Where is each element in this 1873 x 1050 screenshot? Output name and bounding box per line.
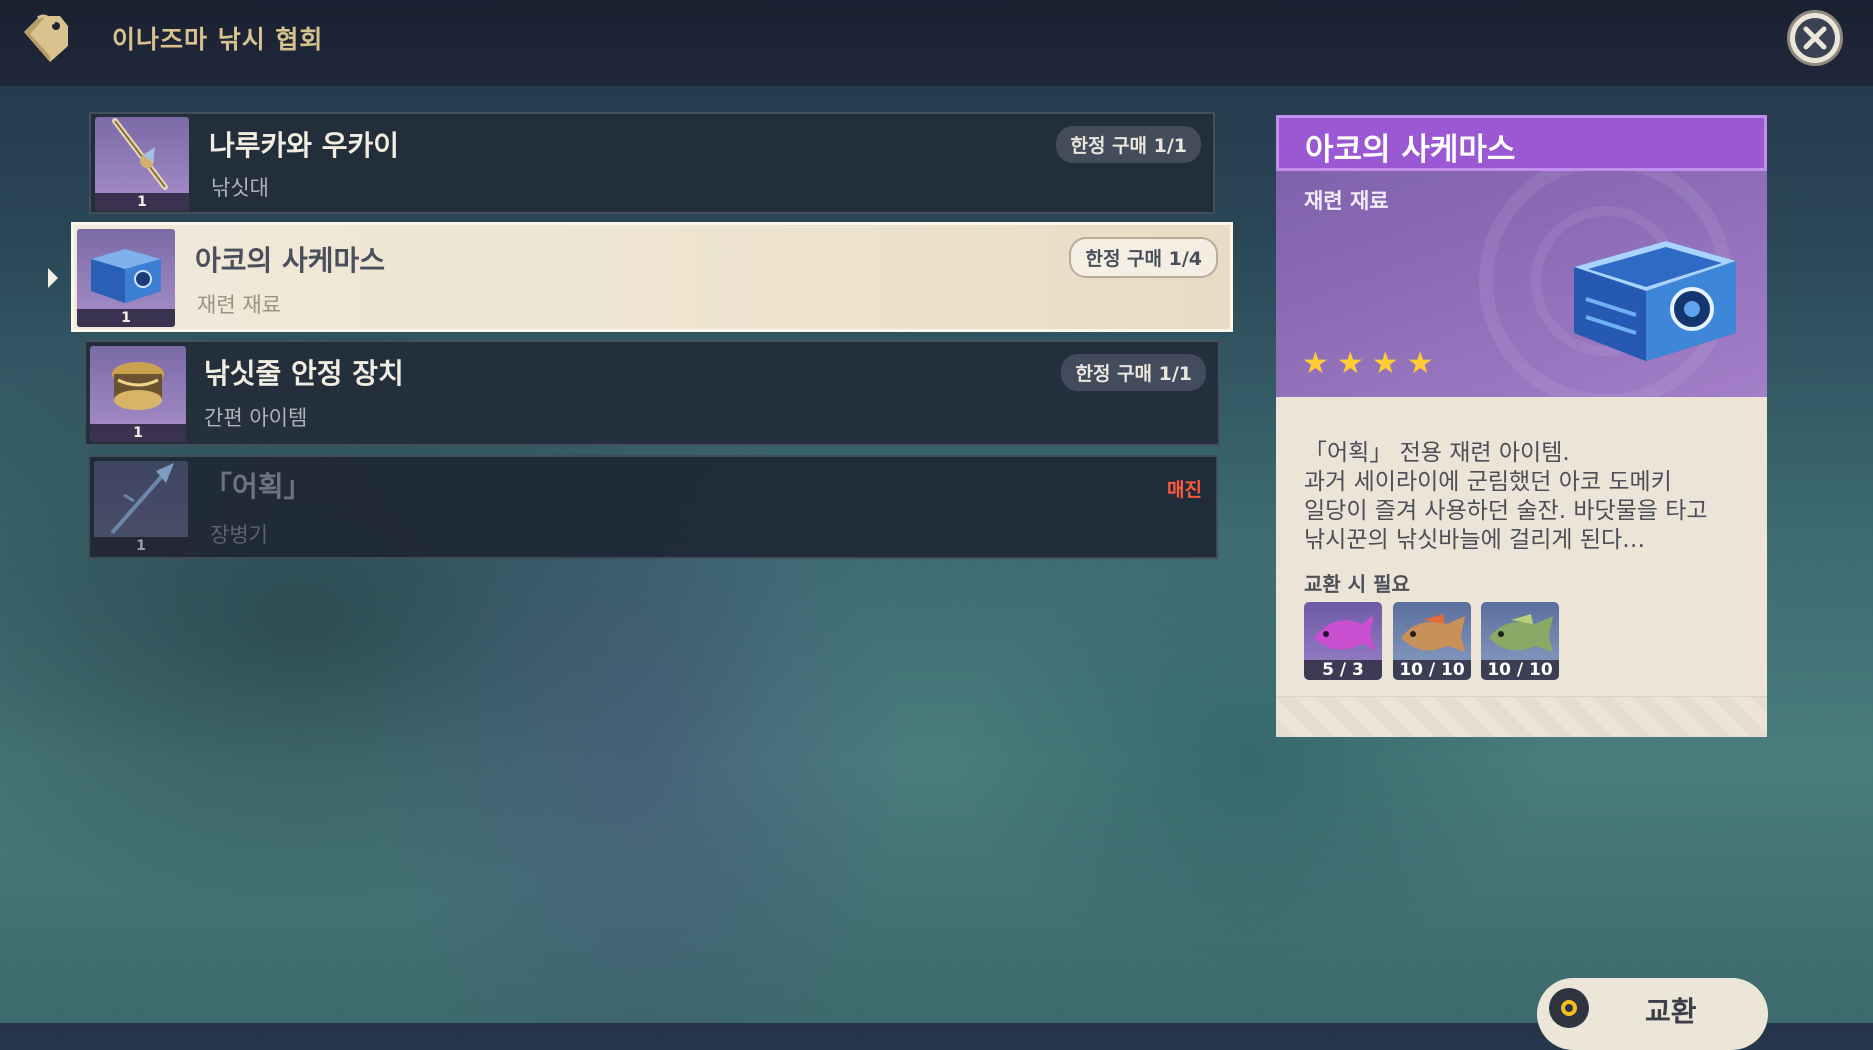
exchange-button[interactable]: 교환: [1537, 978, 1768, 1050]
item-type: 낚싯대: [211, 176, 269, 200]
shop-title: 이나즈마 낚시 협회: [112, 25, 324, 54]
polearm-icon: [110, 463, 174, 535]
selection-arrow-icon: [48, 268, 58, 288]
confirm-circle-icon: [1549, 988, 1589, 1028]
item-detail-panel: 아코의 사케마스 재련 재료 ★ ★ ★ ★ 「어획」 전용 재련 아이템. 과…: [1276, 115, 1767, 737]
item-name: 「어획」: [204, 470, 312, 503]
star-icon: ★: [1336, 346, 1364, 381]
material-slot[interactable]: 10 / 10: [1393, 602, 1471, 680]
description-line: 과거 세이라이에 군림했던 아코 도메키: [1304, 469, 1672, 495]
shop-item-the-catch[interactable]: 1 「어획」 장병기 매진: [88, 455, 1218, 559]
close-button[interactable]: [1787, 10, 1843, 66]
item-type: 재련 재료: [197, 293, 281, 317]
purple-fish-icon: [1314, 614, 1376, 650]
item-type: 간편 아이템: [204, 406, 308, 430]
sold-out-label: 매진: [1167, 479, 1202, 501]
rarity-stars: ★ ★ ★ ★: [1302, 349, 1434, 379]
material-slot[interactable]: 5 / 3: [1304, 602, 1382, 680]
material-slot[interactable]: 10 / 10: [1481, 602, 1559, 680]
shop-tag-icon: [24, 14, 68, 62]
purchase-limit-badge: 한정 구매 1/1: [1061, 354, 1206, 391]
item-thumbnail: 1: [90, 346, 186, 442]
item-quantity: 1: [90, 424, 186, 442]
item-name: 낚싯줄 안정 장치: [204, 357, 404, 390]
sake-box-icon: [91, 249, 161, 303]
line-stabilizer-icon: [112, 362, 164, 410]
purchase-limit-badge: 한정 구매 1/1: [1056, 126, 1201, 163]
sake-box-icon: [1574, 241, 1736, 361]
close-icon: [1795, 18, 1835, 58]
item-type: 장병기: [210, 523, 268, 547]
item-thumbnail: 1: [77, 229, 175, 327]
material-count: 10 / 10: [1481, 660, 1559, 680]
item-quantity: 1: [95, 193, 189, 211]
item-name: 아코의 사케마스: [195, 244, 386, 277]
detail-subtitle: 재련 재료: [1304, 189, 1389, 213]
item-quantity: 1: [77, 309, 175, 327]
shop-item-narukawa-ukai[interactable]: 1 나루카와 우카이 낚싯대 한정 구매 1/1: [89, 112, 1215, 214]
item-quantity: 1: [94, 537, 188, 555]
green-fish-icon: [1489, 614, 1553, 652]
top-bar: 이나즈마 낚시 협회: [0, 0, 1873, 86]
star-icon: ★: [1371, 346, 1399, 381]
item-thumbnail: 1: [94, 461, 188, 555]
item-name: 나루카와 우카이: [209, 129, 400, 162]
brown-fish-icon: [1401, 614, 1465, 652]
detail-description: 「어획」 전용 재련 아이템. 과거 세이라이에 군림했던 아코 도메키 일당이…: [1304, 439, 1744, 555]
star-icon: ★: [1406, 346, 1434, 381]
requirement-label: 교환 시 필요: [1304, 572, 1410, 596]
material-count: 5 / 3: [1304, 660, 1382, 680]
description-line: 일당이 즐겨 사용하던 술잔. 바닷물을 타고: [1304, 498, 1708, 524]
material-count: 10 / 10: [1393, 660, 1471, 680]
detail-header: 아코의 사케마스 재련 재료 ★ ★ ★ ★: [1276, 115, 1767, 397]
shop-item-line-stabilizer[interactable]: 1 낚싯줄 안정 장치 간편 아이템 한정 구매 1/1: [84, 340, 1220, 446]
detail-footer-pattern: [1276, 696, 1767, 737]
description-line: 「어획」 전용 재련 아이템.: [1304, 440, 1570, 466]
star-icon: ★: [1302, 346, 1329, 381]
shop-item-ako-sakemasu[interactable]: 1 아코의 사케마스 재련 재료 한정 구매 1/4: [71, 222, 1233, 332]
item-thumbnail: 1: [95, 117, 189, 211]
fishing-rod-icon: [112, 118, 168, 190]
exchange-label: 교환: [1645, 995, 1697, 1028]
detail-title-bar: 아코의 사케마스: [1276, 115, 1767, 171]
detail-title: 아코의 사케마스: [1305, 132, 1516, 168]
purchase-limit-badge: 한정 구매 1/4: [1069, 237, 1218, 278]
description-line: 낚시꾼의 낚싯바늘에 걸리게 된다…: [1304, 527, 1646, 553]
